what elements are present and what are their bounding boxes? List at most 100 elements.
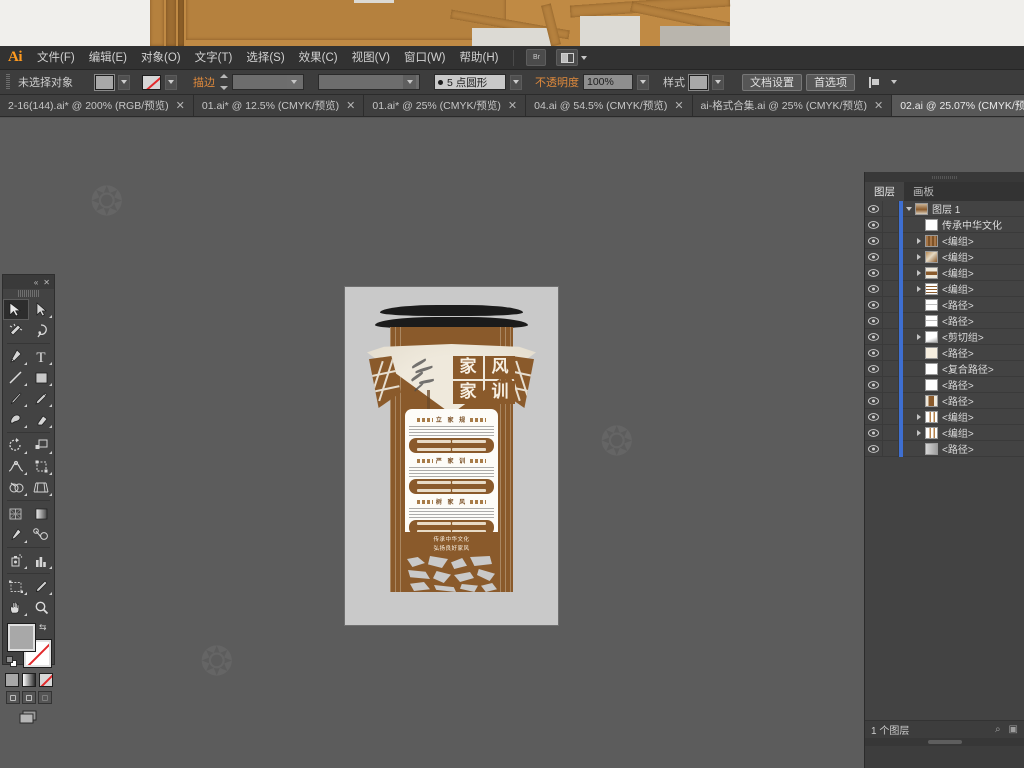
layer-thumbnail[interactable] xyxy=(925,218,938,231)
document-setup-button[interactable]: 文档设置 xyxy=(742,73,802,91)
lock-toggle[interactable] xyxy=(883,328,899,345)
menu-view[interactable]: 视图(V) xyxy=(345,46,397,70)
layer-name[interactable]: <编组> xyxy=(942,265,974,280)
disclosure-triangle-icon[interactable] xyxy=(913,237,925,244)
layers-panel-grip[interactable] xyxy=(865,172,1024,182)
layer-name[interactable]: <剪切组> xyxy=(942,329,984,344)
stroke-profile-chevron-down-icon[interactable] xyxy=(403,75,416,89)
lock-toggle[interactable] xyxy=(883,440,899,457)
document-tab-active[interactable]: 02.ai @ 25.07% (CMYK/预览) ✕ xyxy=(892,95,1024,116)
lasso-tool[interactable] xyxy=(29,320,55,341)
layer-thumbnail[interactable] xyxy=(925,378,938,391)
fill-chevron-down-icon[interactable] xyxy=(118,74,130,90)
free-transform-tool[interactable] xyxy=(29,456,55,477)
shape-builder-tool[interactable] xyxy=(3,477,29,498)
document-tab[interactable]: 2-16(144).ai* @ 200% (RGB/预览) ✕ xyxy=(0,95,194,116)
visibility-eye-icon[interactable] xyxy=(865,201,883,217)
draw-normal-icon[interactable] xyxy=(5,691,20,704)
layer-name[interactable]: <复合路径> xyxy=(942,361,994,376)
layer-name[interactable]: <路径> xyxy=(942,441,974,456)
swap-fill-stroke-icon[interactable]: ⇆ xyxy=(39,622,50,633)
screen-mode-button[interactable] xyxy=(3,709,54,725)
slice-tool[interactable] xyxy=(29,576,55,597)
layer-row[interactable]: <编组> xyxy=(865,232,1024,249)
lock-toggle[interactable] xyxy=(883,201,899,217)
lock-toggle[interactable] xyxy=(883,312,899,329)
visibility-eye-icon[interactable] xyxy=(865,328,883,345)
lock-toggle[interactable] xyxy=(883,408,899,425)
lock-toggle[interactable] xyxy=(883,248,899,265)
direct-selection-tool[interactable] xyxy=(29,299,55,320)
pen-tool[interactable] xyxy=(3,346,29,367)
layer-thumbnail[interactable] xyxy=(925,346,938,359)
layer-name[interactable]: <编组> xyxy=(942,233,974,248)
visibility-eye-icon[interactable] xyxy=(865,376,883,393)
document-tab[interactable]: 01.ai* @ 12.5% (CMYK/预览) ✕ xyxy=(193,95,365,116)
layer-row[interactable]: <路径> xyxy=(865,392,1024,409)
gradient-tool[interactable] xyxy=(29,503,55,524)
document-tab[interactable]: 04.ai @ 54.5% (CMYK/预览) ✕ xyxy=(526,95,693,116)
layer-row[interactable]: 图层 1 xyxy=(865,201,1024,217)
draw-behind-icon[interactable] xyxy=(21,691,36,704)
layer-row[interactable]: <剪切组> xyxy=(865,328,1024,345)
fill-swatch[interactable] xyxy=(94,73,115,91)
lock-toggle[interactable] xyxy=(883,280,899,297)
lock-toggle[interactable] xyxy=(883,216,899,233)
style-chevron-down-icon[interactable] xyxy=(712,74,724,90)
zoom-tool[interactable] xyxy=(29,597,55,618)
make-clipping-mask-icon[interactable]: ▣ xyxy=(1009,724,1018,735)
lock-toggle[interactable] xyxy=(883,392,899,409)
lock-toggle[interactable] xyxy=(883,232,899,249)
disclosure-triangle-icon[interactable] xyxy=(903,206,915,211)
symbol-sprayer-tool[interactable] xyxy=(3,550,29,571)
layer-row[interactable]: <复合路径> xyxy=(865,360,1024,377)
control-bar-grip[interactable] xyxy=(6,74,10,90)
layer-name[interactable]: <编组> xyxy=(942,425,974,440)
layer-thumbnail[interactable] xyxy=(925,314,938,327)
visibility-eye-icon[interactable] xyxy=(865,264,883,281)
menu-help[interactable]: 帮助(H) xyxy=(453,46,506,70)
disclosure-triangle-icon[interactable] xyxy=(913,429,925,436)
rotate-tool[interactable] xyxy=(3,435,29,456)
menu-window[interactable]: 窗口(W) xyxy=(397,46,453,70)
visibility-eye-icon[interactable] xyxy=(865,216,883,233)
disclosure-triangle-icon[interactable] xyxy=(913,333,925,340)
layer-name[interactable]: 传承中华文化 xyxy=(942,217,1002,232)
layer-thumbnail[interactable] xyxy=(925,426,938,439)
layer-name[interactable]: <路径> xyxy=(942,297,974,312)
layer-thumbnail[interactable] xyxy=(915,202,928,215)
disclosure-triangle-icon[interactable] xyxy=(913,285,925,292)
layer-name[interactable]: <编组> xyxy=(942,281,974,296)
layer-row[interactable]: 传承中华文化 xyxy=(865,216,1024,233)
layer-thumbnail[interactable] xyxy=(925,234,938,247)
document-tab[interactable]: 01.ai* @ 25% (CMYK/预览) ✕ xyxy=(364,95,527,116)
scale-tool[interactable] xyxy=(29,435,55,456)
blob-brush-tool[interactable] xyxy=(3,409,29,430)
paintbrush-tool[interactable] xyxy=(3,388,29,409)
layer-thumbnail[interactable] xyxy=(925,250,938,263)
menu-effect[interactable]: 效果(C) xyxy=(292,46,345,70)
visibility-eye-icon[interactable] xyxy=(865,360,883,377)
layer-row[interactable]: <路径> xyxy=(865,440,1024,457)
close-icon[interactable]: ✕ xyxy=(43,278,50,287)
line-segment-tool[interactable] xyxy=(3,367,29,388)
visibility-eye-icon[interactable] xyxy=(865,392,883,409)
eyedropper-tool[interactable] xyxy=(3,524,29,545)
close-icon[interactable]: ✕ xyxy=(674,99,683,112)
column-graph-tool[interactable] xyxy=(29,550,55,571)
magic-wand-tool[interactable] xyxy=(3,320,29,341)
menu-file[interactable]: 文件(F) xyxy=(30,46,82,70)
layer-thumbnail[interactable] xyxy=(925,394,938,407)
none-mode-button[interactable] xyxy=(38,673,53,687)
lock-toggle[interactable] xyxy=(883,360,899,377)
gradient-mode-button[interactable] xyxy=(21,673,36,687)
hand-tool[interactable] xyxy=(3,597,29,618)
fill-color-swatch[interactable] xyxy=(7,623,36,652)
layer-name[interactable]: 图层 1 xyxy=(932,201,960,216)
disclosure-triangle-icon[interactable] xyxy=(913,413,925,420)
visibility-eye-icon[interactable] xyxy=(865,296,883,313)
visibility-eye-icon[interactable] xyxy=(865,440,883,457)
perspective-grid-tool[interactable] xyxy=(29,477,55,498)
mesh-tool[interactable] xyxy=(3,503,29,524)
lock-toggle[interactable] xyxy=(883,296,899,313)
